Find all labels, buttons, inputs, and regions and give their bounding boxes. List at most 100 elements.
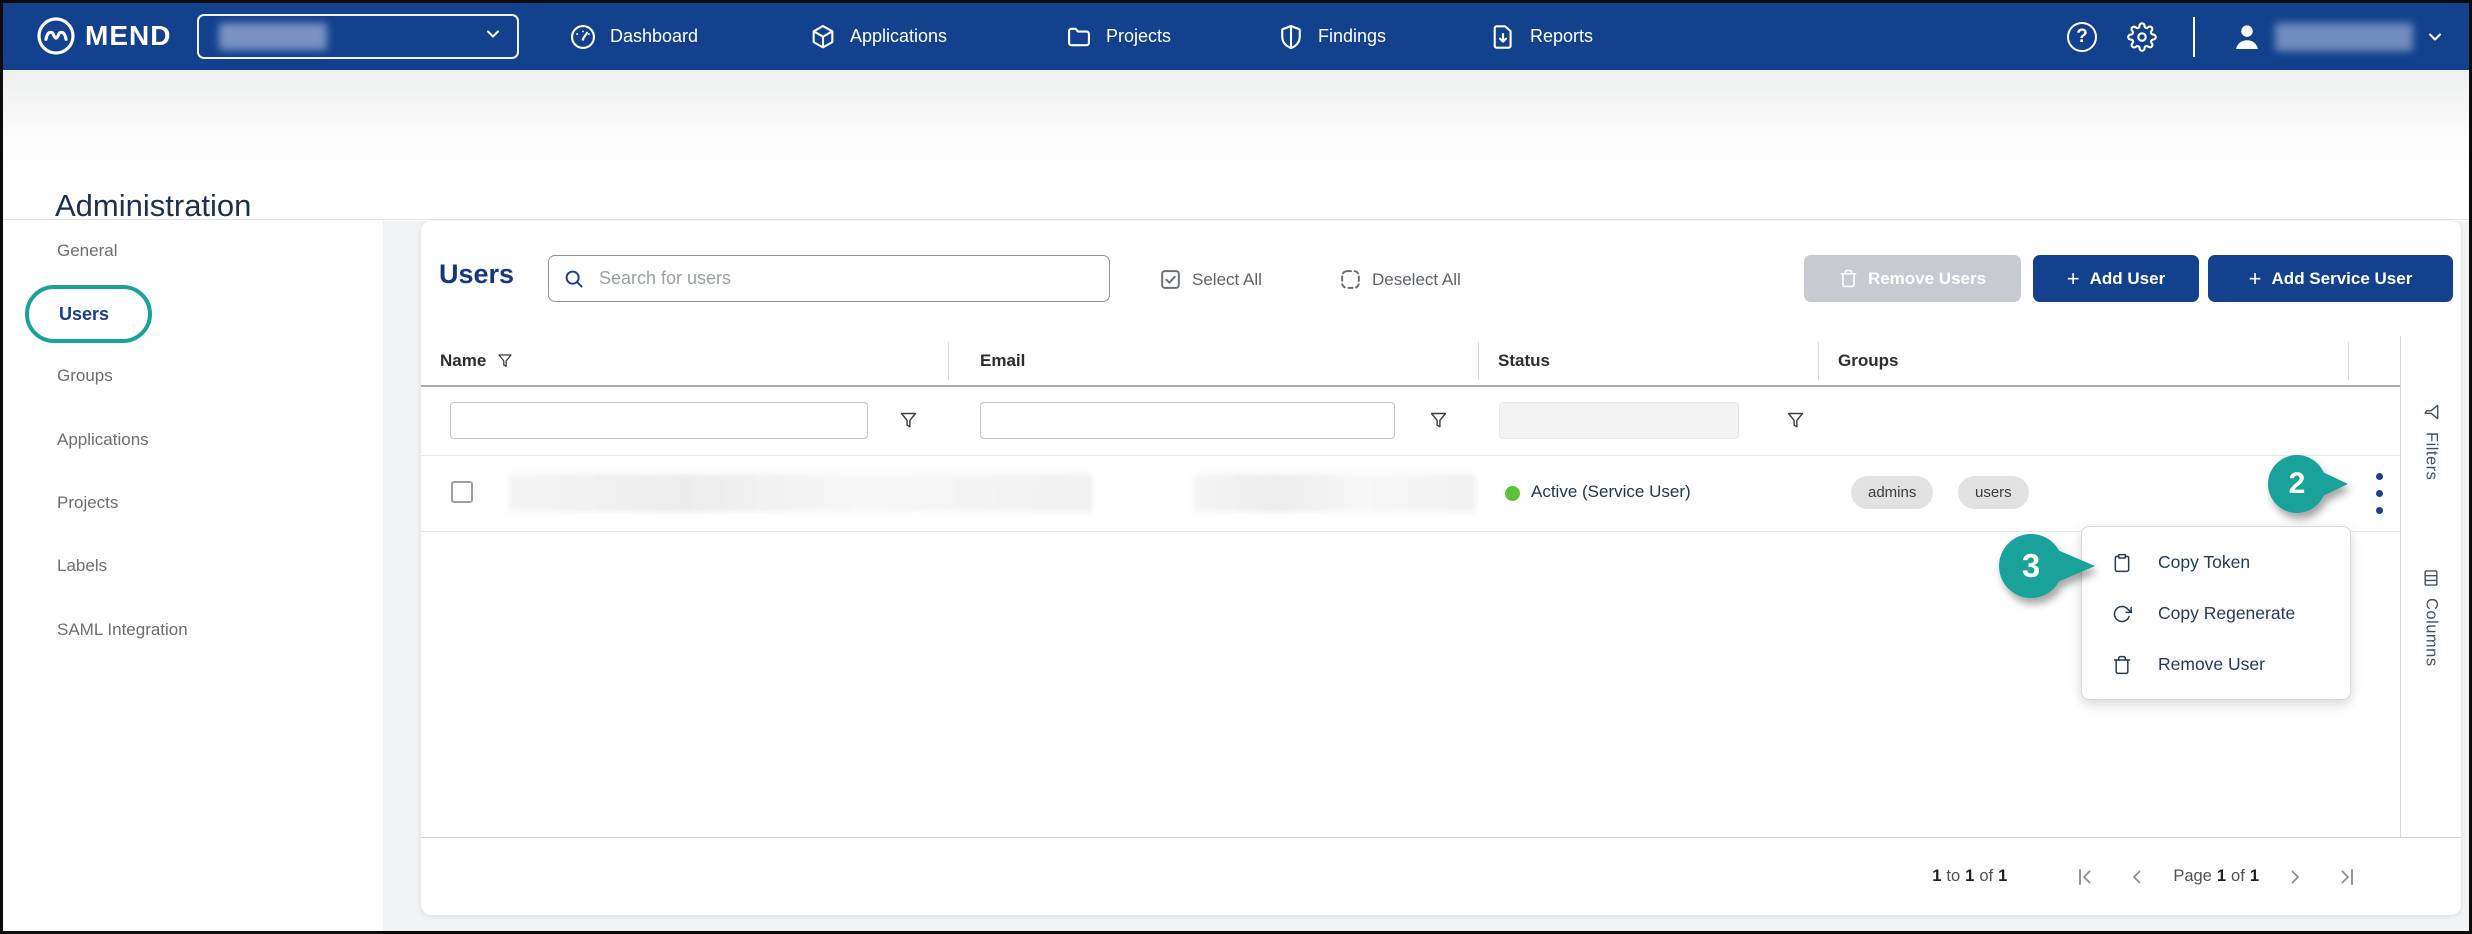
next-page-icon[interactable] xyxy=(2283,865,2307,889)
range-start: 1 xyxy=(1932,867,1941,886)
nav-label: Dashboard xyxy=(610,26,698,47)
previous-page-icon[interactable] xyxy=(2125,865,2149,889)
users-section-heading: Users xyxy=(439,259,514,290)
row-actions-kebab-icon[interactable] xyxy=(2367,464,2391,522)
trash-icon xyxy=(2112,655,2132,675)
status-filter-menu-button[interactable] xyxy=(1785,410,1806,434)
user-name-redacted xyxy=(508,474,1093,512)
user-avatar-icon xyxy=(2231,21,2263,53)
table-filter-row xyxy=(421,387,2400,455)
first-page-icon[interactable] xyxy=(2073,865,2097,889)
menu-item-remove-user[interactable]: Remove User xyxy=(2082,639,2350,690)
page-of-word: of xyxy=(2231,867,2245,886)
nav-label: Applications xyxy=(850,26,947,47)
page-current: 1 xyxy=(2217,867,2226,886)
sidebar-item-labels[interactable]: Labels xyxy=(57,549,107,583)
column-divider xyxy=(1818,342,1819,380)
add-service-user-label: Add Service User xyxy=(2272,269,2413,289)
filter-funnel-icon xyxy=(1785,410,1806,431)
deselect-all-label: Deselect All xyxy=(1372,270,1461,290)
email-filter-menu-button[interactable] xyxy=(1428,410,1449,434)
brand-name: MEND xyxy=(85,20,171,52)
sidebar-item-groups[interactable]: Groups xyxy=(57,359,113,393)
range-to-word: to xyxy=(1946,867,1960,886)
menu-item-copy-token[interactable]: Copy Token xyxy=(2082,537,2350,588)
column-label: Name xyxy=(440,351,486,371)
nav-item-findings[interactable]: Findings xyxy=(1277,3,1386,70)
sidebar-item-users[interactable]: Users xyxy=(59,304,109,325)
user-email-redacted xyxy=(1193,474,1476,512)
remove-users-button[interactable]: Remove Users xyxy=(1804,255,2021,302)
add-service-user-button[interactable]: + Add Service User xyxy=(2208,255,2453,302)
deselect-all-button[interactable]: Deselect All xyxy=(1338,267,1461,292)
page-header-band: Administration xyxy=(3,70,2469,220)
select-all-button[interactable]: Select All xyxy=(1158,267,1262,292)
table-header-row: Name Email Status Groups xyxy=(421,336,2400,385)
column-label: Groups xyxy=(1838,351,1898,371)
sidebar-item-applications[interactable]: Applications xyxy=(57,423,149,457)
last-page-icon[interactable] xyxy=(2335,865,2359,889)
row-checkbox[interactable] xyxy=(451,481,473,503)
chevron-down-icon xyxy=(2425,27,2445,47)
tab-label: Columns xyxy=(2422,598,2441,667)
top-navbar: MEND Dashboard Applications Proj xyxy=(3,3,2469,70)
user-search xyxy=(548,255,1110,302)
menu-item-label: Copy Token xyxy=(2158,552,2250,573)
regenerate-icon xyxy=(2112,604,2132,624)
annotation-callout-2: 2 xyxy=(2268,455,2326,513)
reports-icon xyxy=(1489,23,1517,51)
nav-item-dashboard[interactable]: Dashboard xyxy=(569,3,698,70)
column-label: Email xyxy=(980,351,1025,371)
column-header-email[interactable]: Email xyxy=(980,336,1025,385)
applications-icon xyxy=(809,23,837,51)
column-header-status[interactable]: Status xyxy=(1498,336,1550,385)
filter-funnel-icon[interactable] xyxy=(496,352,514,370)
column-header-groups[interactable]: Groups xyxy=(1838,336,1898,385)
settings-gear-icon[interactable] xyxy=(2127,22,2157,52)
column-label: Status xyxy=(1498,351,1550,371)
mend-logo[interactable]: MEND xyxy=(36,16,171,56)
menu-item-copy-regenerate[interactable]: Copy Regenerate xyxy=(2082,588,2350,639)
nav-item-projects[interactable]: Projects xyxy=(1065,3,1171,70)
search-input[interactable] xyxy=(597,267,1095,290)
user-menu[interactable] xyxy=(2231,21,2445,53)
sidebar-item-saml[interactable]: SAML Integration xyxy=(57,613,188,647)
navbar-right-cluster: ? xyxy=(2067,3,2445,70)
tab-filters[interactable]: Filters xyxy=(2401,402,2461,480)
row-actions-menu: Copy Token Copy Regenerate Remove User xyxy=(2081,526,2351,700)
chevron-down-icon xyxy=(483,24,503,49)
filter-funnel-icon xyxy=(1428,410,1449,431)
email-filter-input[interactable] xyxy=(980,402,1395,439)
page-title: Administration xyxy=(55,188,251,224)
status-active-dot xyxy=(1505,486,1520,501)
search-icon xyxy=(563,268,585,290)
tab-label: Filters xyxy=(2422,432,2441,480)
dashed-square-icon xyxy=(1338,267,1363,292)
callout-number: 3 xyxy=(1999,534,2063,598)
nav-item-applications[interactable]: Applications xyxy=(809,3,947,70)
organization-selector[interactable] xyxy=(197,14,519,59)
nav-label: Findings xyxy=(1318,26,1386,47)
status-filter-input[interactable] xyxy=(1499,402,1739,439)
users-highlight-ring: Users xyxy=(25,285,152,343)
range-total: 1 xyxy=(1998,867,2007,886)
callout-number: 2 xyxy=(2268,455,2326,513)
name-filter-menu-button[interactable] xyxy=(898,410,919,434)
username-redacted xyxy=(2275,23,2413,51)
column-header-name[interactable]: Name xyxy=(440,336,514,385)
page-total: 1 xyxy=(2250,867,2259,886)
column-divider xyxy=(1478,342,1479,380)
add-user-button[interactable]: + Add User xyxy=(2033,255,2199,302)
sidebar-item-general[interactable]: General xyxy=(57,234,117,268)
table-row: Active (Service User) admins users xyxy=(421,455,2400,531)
page-indicator: Page 1 of 1 xyxy=(2173,867,2259,886)
nav-item-reports[interactable]: Reports xyxy=(1489,3,1593,70)
sidebar-item-projects[interactable]: Projects xyxy=(57,486,118,520)
help-icon[interactable]: ? xyxy=(2067,22,2097,52)
tab-columns[interactable]: Columns xyxy=(2401,568,2461,667)
status-text: Active (Service User) xyxy=(1531,482,1691,502)
clipboard-icon xyxy=(2112,553,2132,573)
name-filter-input[interactable] xyxy=(450,402,868,439)
filter-funnel-icon xyxy=(898,410,919,431)
column-divider xyxy=(948,342,949,380)
